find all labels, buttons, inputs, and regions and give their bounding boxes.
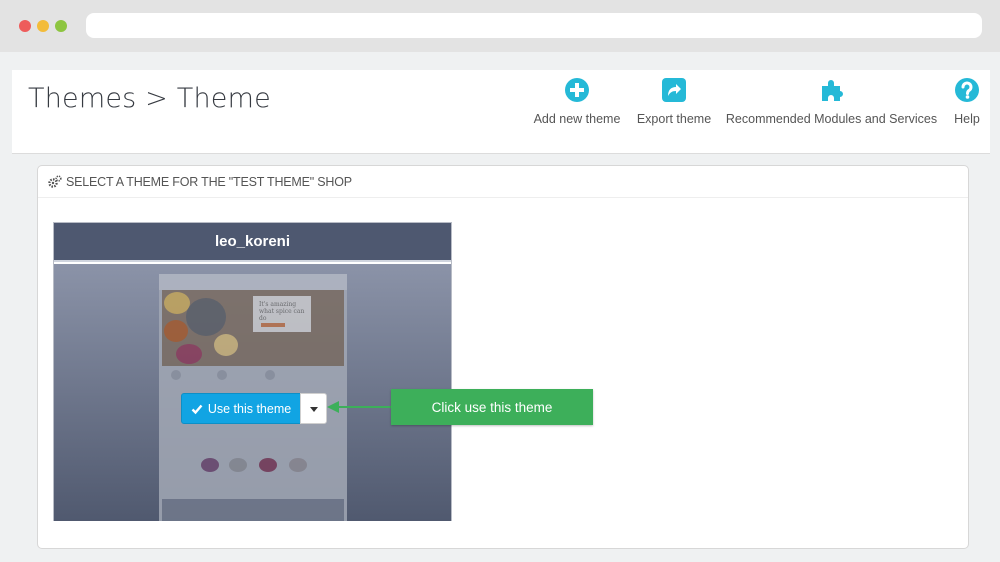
thumbnail-promo-card: It's amazing what spice can do [253, 296, 311, 332]
close-window-dot[interactable] [19, 20, 31, 32]
export-theme-label: Export theme [636, 112, 712, 126]
thumbnail-feature-icon [171, 370, 181, 380]
recommended-modules-label: Recommended Modules and Services [725, 112, 938, 126]
panel-heading-text: SELECT A THEME FOR THE "TEST THEME" SHOP [66, 174, 352, 189]
thumbnail-bowl [214, 334, 238, 356]
question-circle-icon [955, 78, 979, 102]
help-label: Help [954, 112, 980, 126]
use-this-theme-label: Use this theme [207, 401, 292, 416]
theme-selection-panel: SELECT A THEME FOR THE "TEST THEME" SHOP… [37, 165, 969, 549]
theme-card: leo_koreni It's amazing what spice can d… [53, 222, 452, 521]
thumbnail-feature-icon [217, 370, 227, 380]
thumbnail-bowl [176, 344, 202, 364]
check-icon [191, 404, 203, 414]
theme-options-dropdown-toggle[interactable] [300, 393, 327, 424]
page-title: Themes > Theme [28, 83, 271, 114]
thumbnail-product [229, 458, 247, 472]
puzzle-icon [821, 80, 843, 101]
thumbnail-product [289, 458, 307, 472]
plus-circle-icon [565, 78, 589, 102]
theme-name: leo_koreni [54, 223, 451, 262]
add-new-theme-label: Add new theme [533, 112, 621, 126]
annotation-arrow [327, 401, 393, 413]
thumbnail-nav [159, 274, 347, 290]
share-icon [662, 78, 686, 102]
thumbnail-promo-button [261, 323, 285, 327]
thumbnail-feature-icon [265, 370, 275, 380]
recommended-modules-button[interactable]: Recommended Modules and Services [725, 77, 938, 126]
thumbnail-promo-text: It's amazing what spice can do [259, 301, 305, 322]
add-new-theme-button[interactable]: Add new theme [532, 77, 622, 126]
minimize-window-dot[interactable] [37, 20, 49, 32]
export-theme-button[interactable]: Export theme [634, 77, 714, 126]
cogs-icon [48, 174, 62, 188]
thumbnail-product [201, 458, 219, 472]
thumbnail-product [259, 458, 277, 472]
admin-page: Themes > Theme Add new theme Export them… [0, 52, 1000, 562]
browser-chrome [0, 0, 1000, 52]
instruction-callout: Click use this theme [391, 389, 593, 425]
address-bar[interactable] [86, 13, 982, 38]
use-this-theme-button[interactable]: Use this theme [181, 393, 301, 424]
caret-down-icon [310, 407, 318, 412]
thumbnail-footer [162, 499, 344, 521]
panel-heading: SELECT A THEME FOR THE "TEST THEME" SHOP [38, 166, 968, 198]
maximize-window-dot[interactable] [55, 20, 67, 32]
page-header-toolbar: Themes > Theme Add new theme Export them… [12, 70, 990, 154]
thumbnail-bowl [186, 298, 226, 336]
thumbnail-bowl [164, 320, 188, 342]
help-button[interactable]: Help [950, 77, 984, 126]
